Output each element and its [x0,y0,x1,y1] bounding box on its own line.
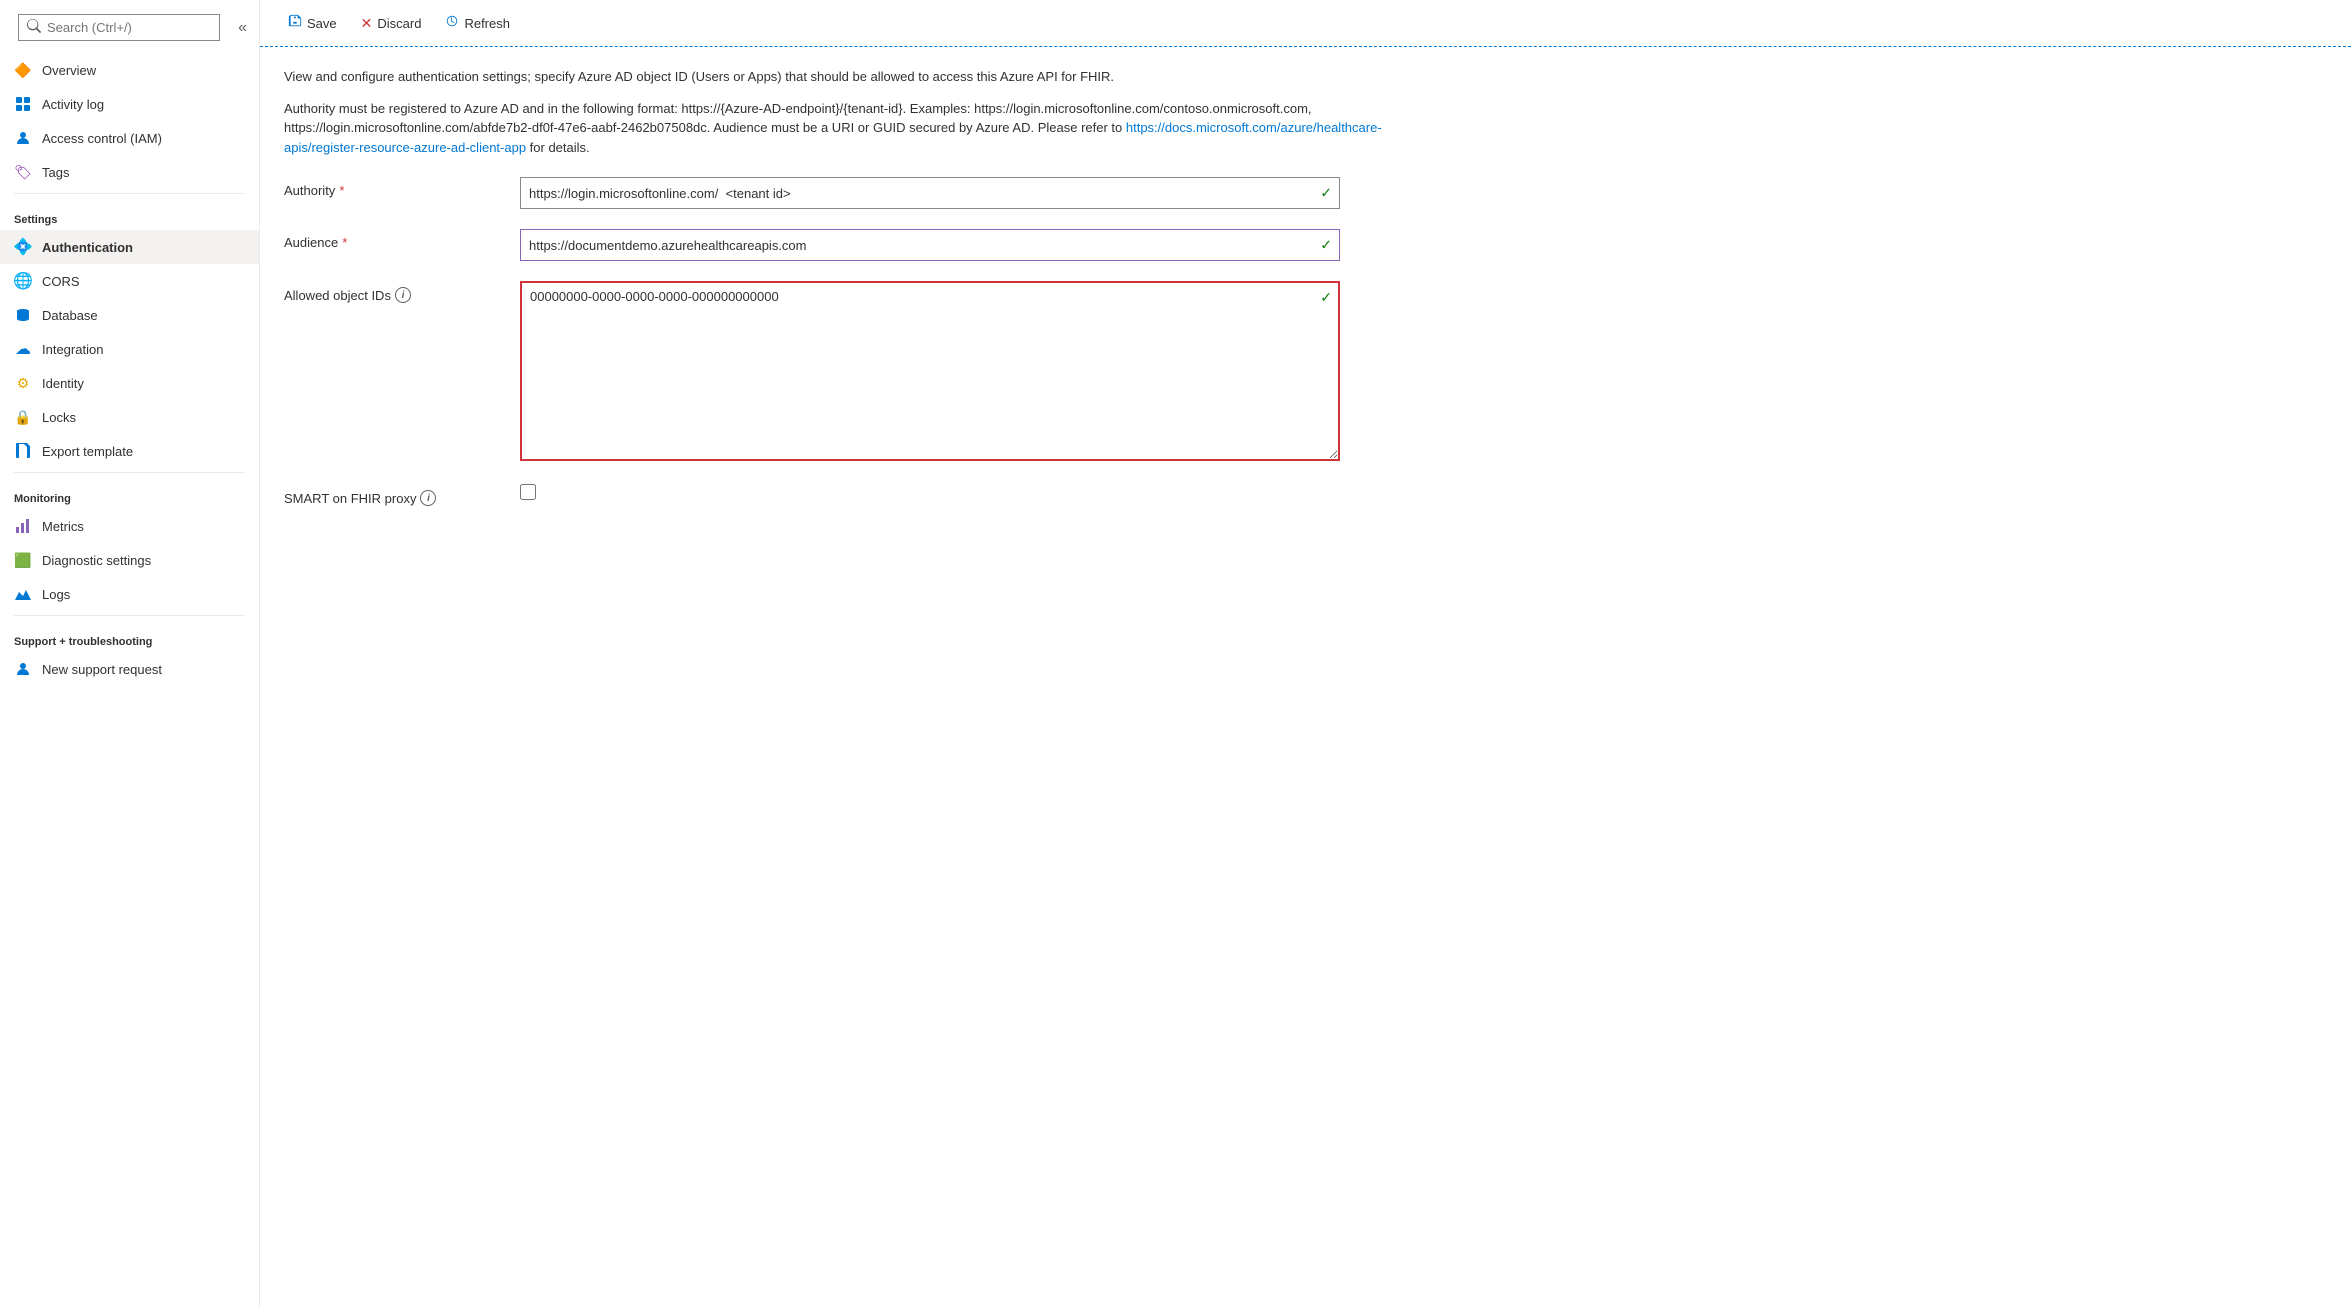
smart-proxy-checkbox-wrapper [520,484,1340,500]
sidebar-item-activity-log[interactable]: Activity log [0,87,259,121]
description-text-2: Authority must be registered to Azure AD… [284,99,1384,158]
logs-icon [14,585,32,603]
sidebar-item-label: Integration [42,342,103,357]
refresh-button[interactable]: Refresh [433,8,522,38]
smart-proxy-info-icon[interactable]: i [420,490,436,506]
sidebar-item-label: New support request [42,662,162,677]
sidebar-item-label: Export template [42,444,133,459]
refresh-icon [445,14,459,32]
database-icon [14,306,32,324]
main-content: Save ✕ Discard Refresh View and configur… [260,0,2351,1308]
allowed-ids-textarea[interactable]: 00000000-0000-0000-0000-000000000000 [520,281,1340,461]
support-nav: New support request [0,652,259,686]
audience-checkmark: ✓ [1320,237,1332,254]
allowed-ids-info-icon[interactable]: i [395,287,411,303]
monitoring-nav: Metrics 🟩 Diagnostic settings Logs [0,509,259,611]
sidebar-item-label: Tags [42,165,69,180]
sidebar-item-label: Locks [42,410,76,425]
allowed-ids-row: Allowed object IDs i 00000000-0000-0000-… [284,281,2327,464]
discard-label: Discard [377,16,421,31]
description-text-1: View and configure authentication settin… [284,67,1384,87]
allowed-ids-textarea-wrapper: 00000000-0000-0000-0000-000000000000 ✓ [520,281,1340,464]
sidebar-item-export-template[interactable]: Export template [0,434,259,468]
collapse-sidebar-button[interactable]: « [234,17,251,39]
authority-input[interactable] [520,177,1340,209]
sidebar-item-overview[interactable]: 🔶 Overview [0,53,259,87]
monitoring-section-header: Monitoring [0,477,259,509]
search-icon [27,19,41,36]
export-template-icon [14,442,32,460]
sidebar-item-label: Access control (IAM) [42,131,162,146]
audience-input[interactable] [520,229,1340,261]
allowed-ids-checkmark: ✓ [1320,289,1332,306]
save-button[interactable]: Save [276,8,349,38]
toolbar: Save ✕ Discard Refresh [260,0,2351,47]
tags-icon: 🏷 [14,163,32,181]
authority-input-wrapper: ✓ [520,177,1340,209]
sidebar-item-diagnostic[interactable]: 🟩 Diagnostic settings [0,543,259,577]
sidebar-item-integration[interactable]: ☁ Integration [0,332,259,366]
sidebar-item-label: Activity log [42,97,104,112]
sidebar-item-label: CORS [42,274,80,289]
sidebar-item-authentication[interactable]: 💠 Authentication [0,230,259,264]
allowed-ids-label: Allowed object IDs i [284,281,504,303]
save-icon [288,14,302,32]
sidebar-item-label: Logs [42,587,70,602]
authority-checkmark: ✓ [1320,185,1332,202]
sidebar-item-database[interactable]: Database [0,298,259,332]
diagnostic-icon: 🟩 [14,551,32,569]
sidebar-item-label: Metrics [42,519,84,534]
authority-required-star: * [339,183,344,198]
authentication-form: Authority * ✓ Audience * [284,177,2327,506]
metrics-icon [14,517,32,535]
sidebar-item-identity[interactable]: ⚙ Identity [0,366,259,400]
sidebar-item-tags[interactable]: 🏷 Tags [0,155,259,189]
search-input[interactable] [47,20,211,35]
audience-row: Audience * ✓ [284,229,2327,261]
smart-proxy-label: SMART on FHIR proxy i [284,484,504,506]
activity-log-icon [14,95,32,113]
sidebar-item-cors[interactable]: 🌐 CORS [0,264,259,298]
smart-proxy-row: SMART on FHIR proxy i [284,484,2327,506]
authority-label: Authority * [284,177,504,198]
search-bar[interactable] [18,14,220,41]
sidebar-item-label: Diagnostic settings [42,553,151,568]
sidebar-item-locks[interactable]: 🔒 Locks [0,400,259,434]
save-label: Save [307,16,337,31]
authentication-icon: 💠 [14,238,32,256]
audience-input-wrapper: ✓ [520,229,1340,261]
sidebar-item-metrics[interactable]: Metrics [0,509,259,543]
smart-proxy-checkbox[interactable] [520,484,536,500]
sidebar-item-logs[interactable]: Logs [0,577,259,611]
sidebar-item-label: Authentication [42,240,133,255]
audience-required-star: * [342,235,347,250]
new-support-icon [14,660,32,678]
description2-part2: for details. [526,140,590,155]
authority-row: Authority * ✓ [284,177,2327,209]
access-control-icon [14,129,32,147]
settings-nav: 💠 Authentication 🌐 CORS Database ☁ Integ… [0,230,259,468]
discard-button[interactable]: ✕ Discard [349,9,434,38]
settings-section-header: Settings [0,198,259,230]
sidebar-item-label: Identity [42,376,84,391]
sidebar-item-new-support[interactable]: New support request [0,652,259,686]
top-nav: 🔶 Overview Activity log Access control (… [0,53,259,189]
sidebar-item-label: Database [42,308,98,323]
content-area: View and configure authentication settin… [260,47,2351,1308]
cors-icon: 🌐 [14,272,32,290]
audience-label: Audience * [284,229,504,250]
overview-icon: 🔶 [14,61,32,79]
sidebar: « 🔶 Overview Activity log Access control… [0,0,260,1308]
sidebar-item-access-control[interactable]: Access control (IAM) [0,121,259,155]
support-section-header: Support + troubleshooting [0,620,259,652]
integration-icon: ☁ [14,340,32,358]
locks-icon: 🔒 [14,408,32,426]
discard-icon: ✕ [361,15,373,32]
sidebar-item-label: Overview [42,63,96,78]
refresh-label: Refresh [464,16,510,31]
identity-icon: ⚙ [14,374,32,392]
